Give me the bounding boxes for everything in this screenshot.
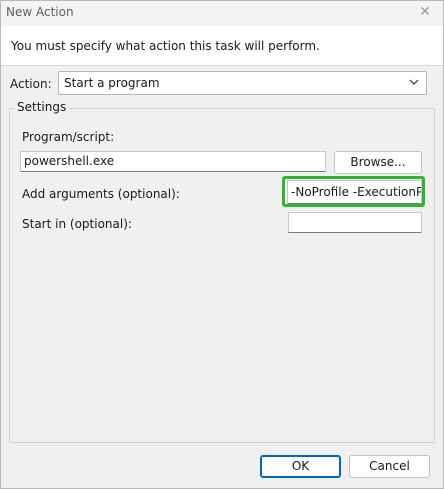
start-in-input[interactable] (288, 212, 422, 233)
program-script-label: Program/script: (22, 130, 115, 144)
ok-button[interactable]: OK (260, 455, 341, 478)
add-arguments-label: Add arguments (optional): (22, 187, 180, 201)
title-bar: New Action ✕ (1, 1, 443, 25)
program-script-input[interactable]: powershell.exe (20, 151, 326, 172)
action-select-value: Start a program (64, 76, 160, 90)
action-label: Action: (10, 77, 52, 91)
settings-legend: Settings (14, 100, 70, 114)
new-action-dialog: New Action ✕ You must specify what actio… (0, 0, 444, 489)
instruction-band: You must specify what action this task w… (1, 26, 443, 66)
close-icon[interactable]: ✕ (417, 4, 433, 20)
window-title: New Action (6, 5, 74, 19)
add-arguments-highlight (282, 176, 425, 207)
start-in-label: Start in (optional): (22, 217, 132, 231)
browse-button[interactable]: Browse... (334, 151, 422, 174)
instruction-text: You must specify what action this task w… (11, 39, 320, 53)
cancel-button[interactable]: Cancel (349, 455, 430, 478)
chevron-down-icon (409, 79, 419, 85)
action-select[interactable]: Start a program (58, 71, 427, 95)
